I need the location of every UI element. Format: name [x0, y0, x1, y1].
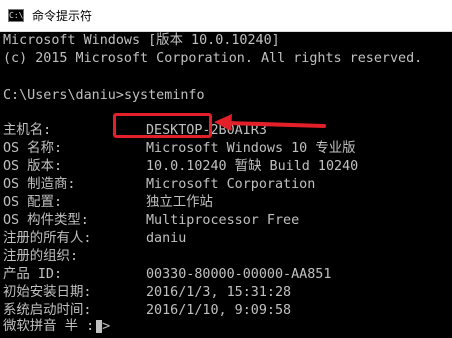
info-label-registered-owner: 注册的所有人: [3, 231, 92, 246]
info-label-os-configuration: OS 配置: [3, 195, 63, 210]
info-label-os-name: OS 名称: [3, 141, 63, 156]
info-value-os-version: 10.0.10240 暂缺 Build 10240 [146, 159, 359, 174]
title-bar[interactable]: C:\ 命令提示符 [0, 0, 452, 32]
info-value-registered-owner: daniu [146, 231, 187, 246]
annotation-arrow-icon [214, 114, 326, 131]
console-output[interactable]: Microsoft Windows [版本 10.0.10240] (c) 20… [0, 32, 452, 338]
info-label-registered-organization: 注册的组织: [3, 249, 79, 264]
command-highlight-box [113, 113, 212, 138]
info-label-product-id: 产品 ID: [3, 267, 63, 282]
info-value-boot-time: 2016/1/10, 9:09:58 [146, 303, 292, 318]
info-label-os-build-type: OS 构件类型: [3, 213, 89, 228]
info-value-os-build-type: Multiprocessor Free [146, 213, 300, 228]
info-label-install-date: 初始安装日期: [3, 285, 92, 300]
info-value-os-name: Microsoft Windows 10 专业版 [146, 141, 356, 156]
banner-copyright-line: (c) 2015 Microsoft Corporation. All righ… [3, 51, 423, 66]
info-label-os-manufacturer: OS 制造商: [3, 177, 76, 192]
ime-status-text: 微软拼音 半 : [3, 319, 95, 334]
window-title: 命令提示符 [32, 9, 93, 23]
command-line: C:\Users\daniu>systeminfo [3, 87, 205, 105]
info-label-os-version: OS 版本: [3, 159, 63, 174]
ime-status-bar[interactable]: 微软拼音 半 : > [3, 318, 110, 336]
ime-status-tail: > [102, 319, 111, 334]
prompt-path: C:\Users\daniu> [3, 88, 124, 103]
info-value-os-configuration: 独立工作站 [146, 195, 213, 210]
banner-version-line: Microsoft Windows [版本 10.0.10240] [3, 33, 280, 48]
info-value-product-id: 00330-80000-00000-AA851 [146, 267, 332, 282]
cmd-console-icon: C:\ [8, 9, 24, 22]
typed-command: systeminfo [123, 88, 205, 103]
info-value-install-date: 2016/1/3, 15:31:28 [146, 285, 292, 300]
info-value-os-manufacturer: Microsoft Corporation [146, 177, 316, 192]
info-label-hostname: 主机名: [3, 123, 52, 138]
